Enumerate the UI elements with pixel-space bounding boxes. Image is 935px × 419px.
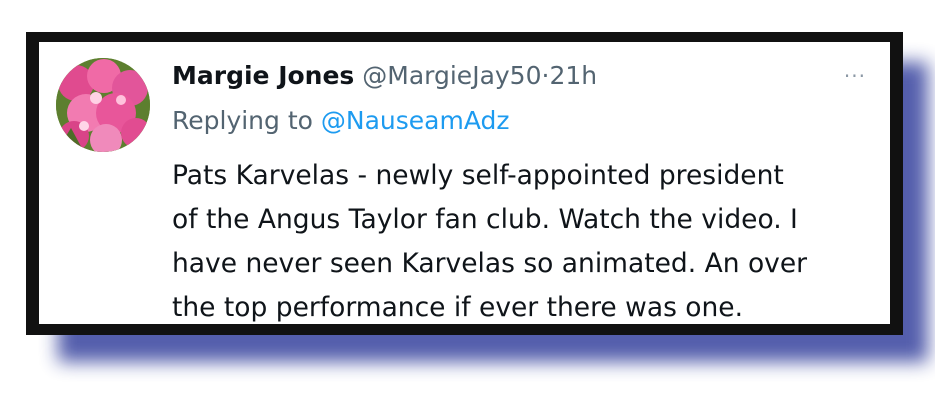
reply-context: Replying to @NauseamAdz (172, 105, 510, 137)
more-options-icon[interactable]: ··· (844, 66, 866, 86)
author-handle[interactable]: @MargieJay50 (362, 61, 541, 90)
tweet-text-line: Pats Karvelas - newly self-appointed pre… (172, 160, 784, 191)
avatar[interactable] (56, 58, 150, 152)
pink-flower-photo (56, 58, 150, 152)
tweet-text-line: have never seen Karvelas so animated. An… (172, 248, 808, 279)
tweet-text-line: of the Angus Taylor fan club. Watch the … (172, 204, 798, 235)
tweet-time[interactable]: 21h (549, 61, 597, 90)
reply-mention-link[interactable]: @NauseamAdz (321, 106, 510, 135)
reply-prefix: Replying to (172, 106, 313, 135)
tweet-card[interactable]: Margie Jones @MargieJay50·21h ··· Replyi… (39, 42, 890, 324)
screenshot-stage: Margie Jones @MargieJay50·21h ··· Replyi… (0, 0, 935, 419)
tweet-header: Margie Jones @MargieJay50·21h (172, 60, 597, 92)
tweet-text-line: the top performance if ever there was on… (172, 292, 744, 323)
author-name[interactable]: Margie Jones (172, 61, 354, 90)
tweet-text: Pats Karvelas - newly self-appointed pre… (172, 154, 872, 330)
